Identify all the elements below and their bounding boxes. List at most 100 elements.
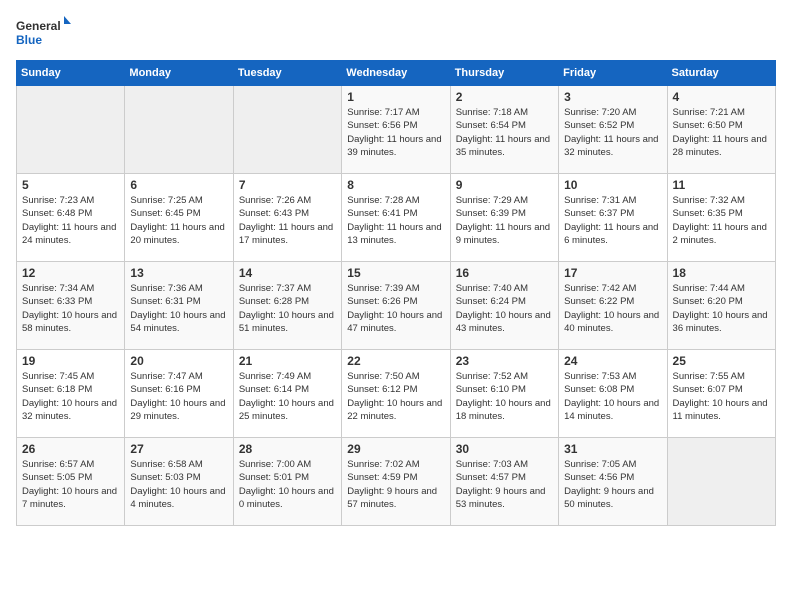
day-cell: 25 Sunrise: 7:55 AM Sunset: 6:07 PM Dayli… (667, 350, 775, 438)
week-row-5: 26 Sunrise: 6:57 AM Sunset: 5:05 PM Dayli… (17, 438, 776, 526)
day-info: Sunrise: 6:58 AM Sunset: 5:03 PM Dayligh… (130, 458, 227, 511)
day-info: Sunrise: 7:50 AM Sunset: 6:12 PM Dayligh… (347, 370, 444, 423)
week-row-2: 5 Sunrise: 7:23 AM Sunset: 6:48 PM Daylig… (17, 174, 776, 262)
day-cell (125, 86, 233, 174)
header-cell-thursday: Thursday (450, 61, 558, 86)
day-cell: 11 Sunrise: 7:32 AM Sunset: 6:35 PM Dayli… (667, 174, 775, 262)
day-cell: 21 Sunrise: 7:49 AM Sunset: 6:14 PM Dayli… (233, 350, 341, 438)
day-info: Sunrise: 7:00 AM Sunset: 5:01 PM Dayligh… (239, 458, 336, 511)
svg-text:General: General (16, 19, 61, 33)
day-number: 25 (673, 354, 770, 368)
day-number: 2 (456, 90, 553, 104)
day-info: Sunrise: 7:40 AM Sunset: 6:24 PM Dayligh… (456, 282, 553, 335)
day-number: 23 (456, 354, 553, 368)
day-cell: 5 Sunrise: 7:23 AM Sunset: 6:48 PM Daylig… (17, 174, 125, 262)
day-number: 5 (22, 178, 119, 192)
day-cell: 20 Sunrise: 7:47 AM Sunset: 6:16 PM Dayli… (125, 350, 233, 438)
day-number: 3 (564, 90, 661, 104)
header-cell-wednesday: Wednesday (342, 61, 450, 86)
day-number: 29 (347, 442, 444, 456)
day-number: 20 (130, 354, 227, 368)
logo-svg: General Blue (16, 16, 71, 48)
day-cell: 6 Sunrise: 7:25 AM Sunset: 6:45 PM Daylig… (125, 174, 233, 262)
day-info: Sunrise: 7:37 AM Sunset: 6:28 PM Dayligh… (239, 282, 336, 335)
day-cell: 24Sunrise: 7:53 AM Sunset: 6:08 PM Dayli… (559, 350, 667, 438)
day-number: 31 (564, 442, 661, 456)
day-number: 18 (673, 266, 770, 280)
day-cell: 26 Sunrise: 6:57 AM Sunset: 5:05 PM Dayli… (17, 438, 125, 526)
day-cell: 23Sunrise: 7:52 AM Sunset: 6:10 PM Dayli… (450, 350, 558, 438)
day-info: Sunrise: 7:31 AM Sunset: 6:37 PM Dayligh… (564, 194, 661, 247)
header-cell-friday: Friday (559, 61, 667, 86)
week-row-1: 1Sunrise: 7:17 AM Sunset: 6:56 PM Daylig… (17, 86, 776, 174)
day-cell: 12 Sunrise: 7:34 AM Sunset: 6:33 PM Dayli… (17, 262, 125, 350)
day-cell (233, 86, 341, 174)
day-info: Sunrise: 7:28 AM Sunset: 6:41 PM Dayligh… (347, 194, 444, 247)
day-cell: 9Sunrise: 7:29 AM Sunset: 6:39 PM Daylig… (450, 174, 558, 262)
day-cell: 29 Sunrise: 7:02 AM Sunset: 4:59 PM Dayli… (342, 438, 450, 526)
day-number: 11 (673, 178, 770, 192)
day-cell (667, 438, 775, 526)
day-number: 13 (130, 266, 227, 280)
day-cell: 28 Sunrise: 7:00 AM Sunset: 5:01 PM Dayli… (233, 438, 341, 526)
day-cell: 13 Sunrise: 7:36 AM Sunset: 6:31 PM Dayli… (125, 262, 233, 350)
week-row-3: 12 Sunrise: 7:34 AM Sunset: 6:33 PM Dayli… (17, 262, 776, 350)
day-number: 28 (239, 442, 336, 456)
day-number: 6 (130, 178, 227, 192)
day-info: Sunrise: 7:18 AM Sunset: 6:54 PM Dayligh… (456, 106, 553, 159)
day-info: Sunrise: 7:34 AM Sunset: 6:33 PM Dayligh… (22, 282, 119, 335)
day-cell: 4 Sunrise: 7:21 AM Sunset: 6:50 PM Daylig… (667, 86, 775, 174)
header-row: SundayMondayTuesdayWednesdayThursdayFrid… (17, 61, 776, 86)
day-info: Sunrise: 7:49 AM Sunset: 6:14 PM Dayligh… (239, 370, 336, 423)
day-number: 14 (239, 266, 336, 280)
day-cell: 7 Sunrise: 7:26 AM Sunset: 6:43 PM Daylig… (233, 174, 341, 262)
day-number: 1 (347, 90, 444, 104)
day-cell: 15 Sunrise: 7:39 AM Sunset: 6:26 PM Dayli… (342, 262, 450, 350)
day-cell: 16 Sunrise: 7:40 AM Sunset: 6:24 PM Dayli… (450, 262, 558, 350)
day-cell: 3Sunrise: 7:20 AM Sunset: 6:52 PM Daylig… (559, 86, 667, 174)
day-info: Sunrise: 7:47 AM Sunset: 6:16 PM Dayligh… (130, 370, 227, 423)
day-info: Sunrise: 7:55 AM Sunset: 6:07 PM Dayligh… (673, 370, 770, 423)
day-info: Sunrise: 7:45 AM Sunset: 6:18 PM Dayligh… (22, 370, 119, 423)
day-number: 30 (456, 442, 553, 456)
day-info: Sunrise: 7:29 AM Sunset: 6:39 PM Dayligh… (456, 194, 553, 247)
day-cell: 27Sunrise: 6:58 AM Sunset: 5:03 PM Dayli… (125, 438, 233, 526)
header-cell-saturday: Saturday (667, 61, 775, 86)
day-number: 15 (347, 266, 444, 280)
day-info: Sunrise: 7:23 AM Sunset: 6:48 PM Dayligh… (22, 194, 119, 247)
day-number: 26 (22, 442, 119, 456)
day-info: Sunrise: 7:36 AM Sunset: 6:31 PM Dayligh… (130, 282, 227, 335)
day-number: 7 (239, 178, 336, 192)
svg-text:Blue: Blue (16, 33, 42, 47)
day-number: 4 (673, 90, 770, 104)
day-number: 12 (22, 266, 119, 280)
day-info: Sunrise: 7:03 AM Sunset: 4:57 PM Dayligh… (456, 458, 553, 511)
header-cell-tuesday: Tuesday (233, 61, 341, 86)
day-number: 21 (239, 354, 336, 368)
day-info: Sunrise: 7:26 AM Sunset: 6:43 PM Dayligh… (239, 194, 336, 247)
day-cell: 22Sunrise: 7:50 AM Sunset: 6:12 PM Dayli… (342, 350, 450, 438)
header-cell-monday: Monday (125, 61, 233, 86)
day-number: 17 (564, 266, 661, 280)
day-cell (17, 86, 125, 174)
day-info: Sunrise: 7:44 AM Sunset: 6:20 PM Dayligh… (673, 282, 770, 335)
day-info: Sunrise: 7:02 AM Sunset: 4:59 PM Dayligh… (347, 458, 444, 511)
day-cell: 2 Sunrise: 7:18 AM Sunset: 6:54 PM Daylig… (450, 86, 558, 174)
day-info: Sunrise: 7:32 AM Sunset: 6:35 PM Dayligh… (673, 194, 770, 247)
header: General Blue (16, 16, 776, 48)
week-row-4: 19Sunrise: 7:45 AM Sunset: 6:18 PM Dayli… (17, 350, 776, 438)
day-info: Sunrise: 7:42 AM Sunset: 6:22 PM Dayligh… (564, 282, 661, 335)
calendar-table: SundayMondayTuesdayWednesdayThursdayFrid… (16, 60, 776, 526)
day-cell: 14 Sunrise: 7:37 AM Sunset: 6:28 PM Dayli… (233, 262, 341, 350)
day-info: Sunrise: 7:39 AM Sunset: 6:26 PM Dayligh… (347, 282, 444, 335)
day-number: 8 (347, 178, 444, 192)
day-cell: 19Sunrise: 7:45 AM Sunset: 6:18 PM Dayli… (17, 350, 125, 438)
day-info: Sunrise: 7:05 AM Sunset: 4:56 PM Dayligh… (564, 458, 661, 511)
header-cell-sunday: Sunday (17, 61, 125, 86)
day-number: 10 (564, 178, 661, 192)
day-info: Sunrise: 6:57 AM Sunset: 5:05 PM Dayligh… (22, 458, 119, 511)
day-info: Sunrise: 7:25 AM Sunset: 6:45 PM Dayligh… (130, 194, 227, 247)
day-number: 16 (456, 266, 553, 280)
day-info: Sunrise: 7:21 AM Sunset: 6:50 PM Dayligh… (673, 106, 770, 159)
day-cell: 10 Sunrise: 7:31 AM Sunset: 6:37 PM Dayli… (559, 174, 667, 262)
